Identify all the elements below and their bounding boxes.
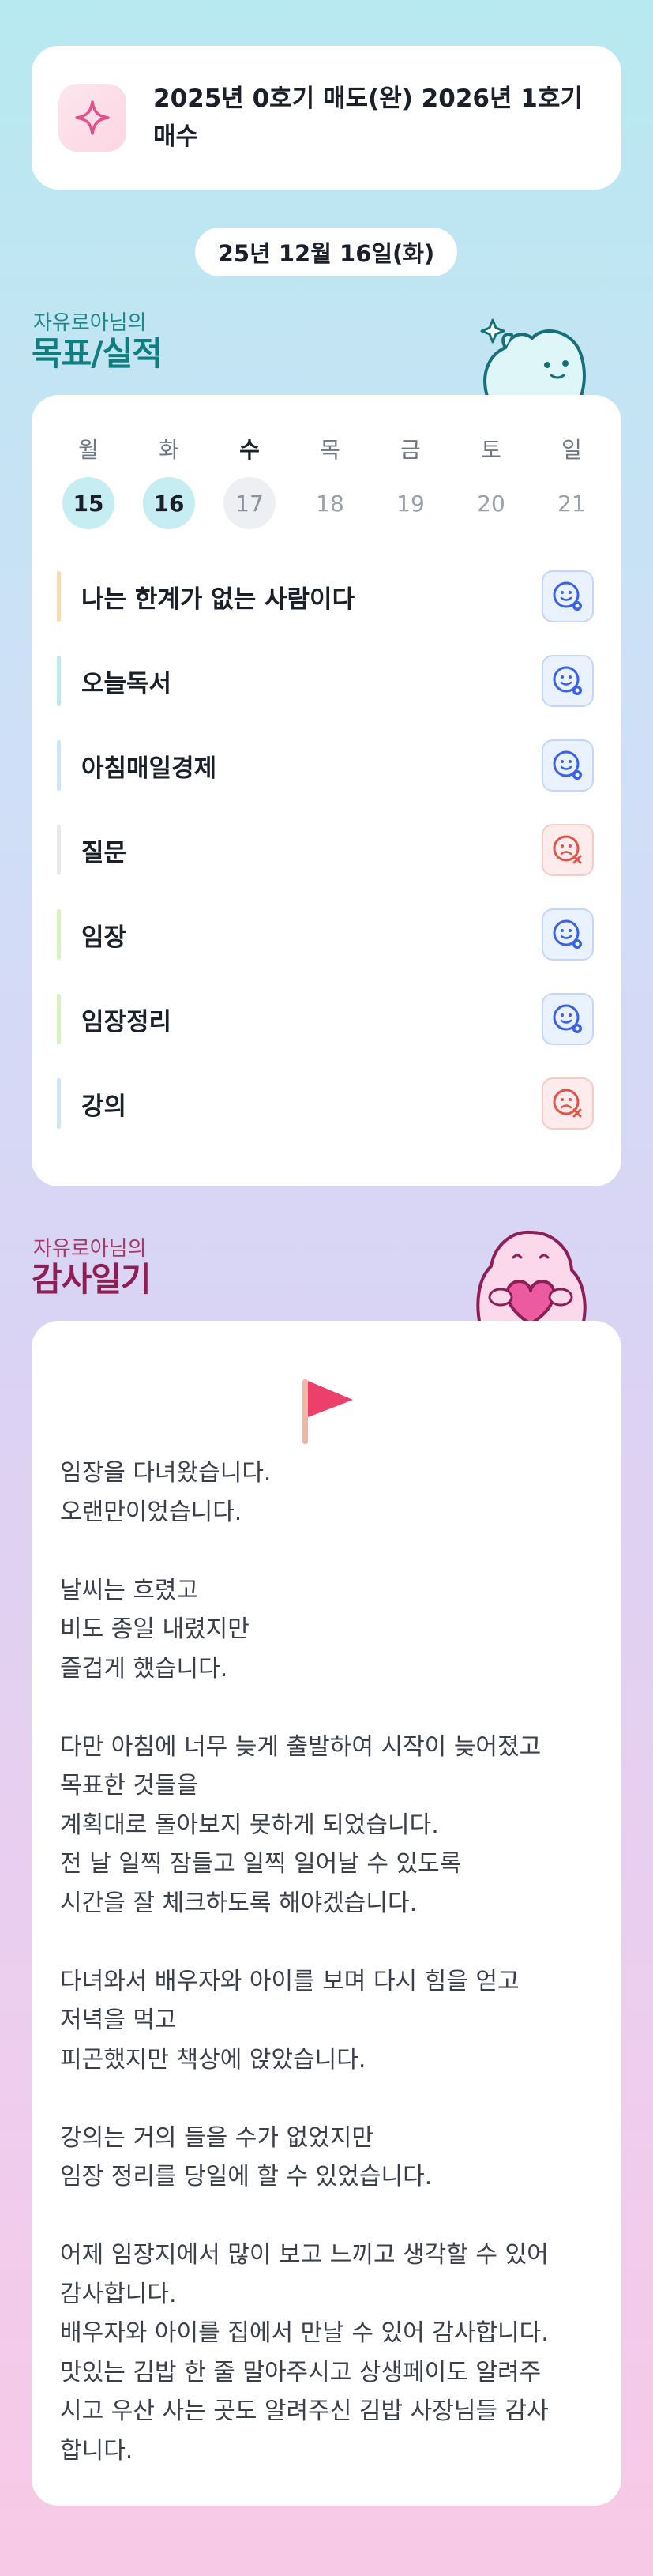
date-pill[interactable]: 25년 12월 16일(화)	[195, 228, 457, 276]
gratitude-card: 임장을 다녀왔습니다. 오랜만이었습니다. 날씨는 흐렸고 비도 종일 내렸지만…	[32, 1321, 621, 2506]
habit-row[interactable]: 오늘독서	[57, 655, 594, 707]
red-flag-icon	[296, 1376, 359, 1449]
habit-color-bar	[57, 571, 61, 622]
day-thu[interactable]: 목 18	[302, 434, 358, 529]
day-number: 17	[223, 477, 276, 529]
status-done-icon[interactable]	[542, 993, 594, 1045]
habit-row[interactable]: 강의	[57, 1077, 594, 1130]
habit-color-bar	[57, 909, 61, 960]
habit-color-bar	[57, 740, 61, 791]
habit-label: 질문	[81, 838, 127, 867]
habit-label: 아침매일경제	[81, 754, 217, 783]
day-number: 18	[316, 490, 344, 517]
habit-row[interactable]: 임장정리	[57, 993, 594, 1045]
mascot-waving-icon	[472, 300, 591, 401]
day-name: 화	[159, 437, 179, 463]
status-done-icon[interactable]	[542, 739, 594, 792]
day-wed[interactable]: 수 17	[222, 434, 277, 529]
day-sat[interactable]: 토 20	[463, 434, 519, 529]
day-name: 목	[320, 437, 340, 463]
day-tue[interactable]: 화 16	[141, 434, 197, 529]
day-name: 수	[239, 437, 260, 463]
day-name: 금	[400, 437, 421, 463]
habit-label: 오늘독서	[81, 669, 172, 698]
day-number: 21	[557, 490, 586, 517]
day-name: 토	[481, 437, 501, 463]
mascot-heart-icon	[467, 1223, 594, 1327]
day-number: 15	[62, 477, 114, 529]
habit-color-bar	[57, 656, 61, 706]
status-done-icon[interactable]	[542, 655, 594, 707]
sparkle-icon	[58, 84, 126, 152]
status-done-icon[interactable]	[542, 908, 594, 961]
day-mon[interactable]: 월 15	[61, 434, 116, 529]
achievement-card: 월 15 화 16 수 17 목 18 금 19 토 20 일 21 나는 한계…	[32, 395, 621, 1186]
status-done-icon[interactable]	[542, 570, 594, 622]
habit-label: 나는 한계가 없는 사람이다	[81, 585, 355, 614]
day-sun[interactable]: 일 21	[544, 434, 599, 529]
day-name: 월	[78, 437, 99, 463]
day-number: 16	[143, 477, 195, 529]
habit-row[interactable]: 나는 한계가 없는 사람이다	[57, 570, 594, 622]
status-failed-icon[interactable]	[542, 1077, 594, 1130]
habit-row[interactable]: 임장	[57, 908, 594, 961]
status-failed-icon[interactable]	[542, 824, 594, 876]
achievement-title: 목표/실적	[32, 334, 163, 373]
day-number: 20	[477, 490, 505, 517]
day-number: 19	[396, 490, 425, 517]
habit-label: 임장	[81, 923, 127, 952]
week-calendar: 월 15 화 16 수 17 목 18 금 19 토 20 일 21	[61, 434, 598, 537]
day-fri[interactable]: 금 19	[383, 434, 438, 529]
habit-color-bar	[57, 994, 61, 1044]
day-name: 일	[561, 437, 582, 463]
habit-label: 임장정리	[81, 1007, 172, 1036]
habit-color-bar	[57, 825, 61, 875]
gratitude-title: 감사일기	[32, 1260, 152, 1299]
habit-row[interactable]: 아침매일경제	[57, 739, 594, 792]
goal-text: 2025년 0호기 매도(완) 2026년 1호기 매수	[153, 85, 583, 151]
gratitude-text: 임장을 다녀왔습니다. 오랜만이었습니다. 날씨는 흐렸고 비도 종일 내렸지만…	[60, 1459, 549, 2465]
habit-row[interactable]: 질문	[57, 824, 594, 876]
goal-card[interactable]: 2025년 0호기 매도(완) 2026년 1호기 매수	[32, 46, 621, 190]
habit-label: 강의	[81, 1092, 127, 1121]
habit-color-bar	[57, 1078, 61, 1129]
